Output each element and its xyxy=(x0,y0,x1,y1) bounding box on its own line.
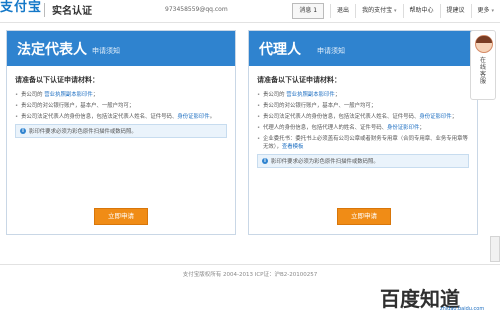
panel-header: 代理人 申请须知 xyxy=(249,31,477,66)
nav-more[interactable]: 更多 ▾ xyxy=(470,4,500,18)
notice-box: i 影印件要求必须为彩色原件扫描件或数码照。 xyxy=(257,154,469,168)
id-card-link[interactable]: 身份证影印件 xyxy=(177,114,209,120)
view-template-link[interactable]: 查看模板 xyxy=(282,144,304,150)
scrollbar[interactable] xyxy=(490,236,500,262)
requirements-list: 贵公司的 营业执照副本影印件； 贵公司的对公银行账户，基本户、一般户均可； 贵公… xyxy=(257,91,469,151)
user-email: 973458559@qq.com xyxy=(165,6,228,13)
list-item: 贵公司的对公银行账户，基本户、一般户均可； xyxy=(257,102,469,110)
apply-button[interactable]: 立即申请 xyxy=(94,208,148,225)
legal-rep-panel: 法定代表人 申请须知 请准备以下认证申请材料： 贵公司的 营业执照副本影印件； … xyxy=(6,30,236,235)
requirements-title: 请准备以下认证申请材料： xyxy=(15,76,99,84)
agent-id-card-link[interactable]: 身份证影印件 xyxy=(387,125,419,131)
business-license-link[interactable]: 营业执照副本影印件 xyxy=(44,92,93,98)
caret-down-icon: ▾ xyxy=(491,8,494,14)
notice-box: i 影印件要求必须为彩色原件扫描件或数码照。 xyxy=(15,124,227,138)
nav-help-center[interactable]: 帮助中心 xyxy=(402,4,440,18)
business-license-link[interactable]: 营业执照副本影印件 xyxy=(286,92,335,98)
panel-header: 法定代表人 申请须知 xyxy=(7,31,235,66)
notice-text: 影印件要求必须为彩色原件扫描件或数码照。 xyxy=(29,129,137,135)
info-icon: i xyxy=(20,128,26,134)
online-service-widget[interactable]: 在线客服 xyxy=(470,30,496,100)
copyright-text: 支付宝版权所有 2004-2013 ICP证：沪B2-20100257 xyxy=(182,272,318,278)
list-item: 贵公司的 营业执照副本影印件； xyxy=(15,91,227,99)
logo-divider xyxy=(44,3,45,17)
panel-subtitle: 申请须知 xyxy=(92,47,120,55)
nav-my-alipay[interactable]: 我的支付宝 ▾ xyxy=(355,4,402,18)
list-item: 贵公司法定代表人的身份信息，包括法定代表人姓名、证件号码、身份证影印件； xyxy=(257,113,469,121)
apply-button[interactable]: 立即申请 xyxy=(337,208,391,225)
id-card-link[interactable]: 身份证影印件 xyxy=(419,114,451,120)
agent-panel: 代理人 申请须知 请准备以下认证申请材料： 贵公司的 营业执照副本影印件； 贵公… xyxy=(248,30,478,235)
page-title: 实名认证 xyxy=(52,6,92,17)
list-item: 贵公司法定代表人的身份信息，包括法定代表人姓名、证件号码、身份证影印件。 xyxy=(15,113,227,121)
info-icon: i xyxy=(262,158,268,164)
list-item: 贵公司的对公银行账户，基本户、一般户均可； xyxy=(15,102,227,110)
alipay-logo[interactable]: 支付宝 xyxy=(0,0,42,15)
avatar-icon xyxy=(475,35,493,53)
notice-text: 影印件要求必须为彩色原件扫描件或数码照。 xyxy=(271,159,379,165)
requirements-title: 请准备以下认证申请材料： xyxy=(257,76,341,84)
nav-logout[interactable]: 退出 xyxy=(330,4,355,18)
nav-suggestion[interactable]: 提建议 xyxy=(439,4,471,18)
panel-body: 请准备以下认证申请材料： 贵公司的 营业执照副本影印件； 贵公司的对公银行账户，… xyxy=(7,66,235,138)
list-item: 企业委托书：委托书上必须盖有公司公章或者财务专用章（合同专用章、业务专用章等无效… xyxy=(257,135,469,151)
list-item: 贵公司的 营业执照副本影印件； xyxy=(257,91,469,99)
nav-messages[interactable]: 消息 1 xyxy=(292,3,325,19)
watermark-url: zhidao.baidu.com xyxy=(440,306,485,312)
list-item: 代理人的身份信息，包括代理人的姓名、证件号码、身份证影印件； xyxy=(257,124,469,132)
footer-divider xyxy=(0,264,500,265)
caret-down-icon: ▾ xyxy=(394,8,397,14)
requirements-list: 贵公司的 营业执照副本影印件； 贵公司的对公银行账户，基本户、一般户均可； 贵公… xyxy=(15,91,227,121)
online-service-label: 在线客服 xyxy=(479,57,486,85)
top-nav: 消息 1 退出 我的支付宝 ▾ 帮助中心 提建议 更多 ▾ xyxy=(292,3,500,19)
top-bar: 支付宝 实名认证 973458559@qq.com 消息 1 退出 我的支付宝 … xyxy=(0,0,500,23)
panel-subtitle: 申请须知 xyxy=(317,47,345,55)
panel-body: 请准备以下认证申请材料： 贵公司的 营业执照副本影印件； 贵公司的对公银行账户，… xyxy=(249,66,477,168)
panel-title: 代理人 xyxy=(259,42,301,58)
panel-title: 法定代表人 xyxy=(17,42,87,58)
